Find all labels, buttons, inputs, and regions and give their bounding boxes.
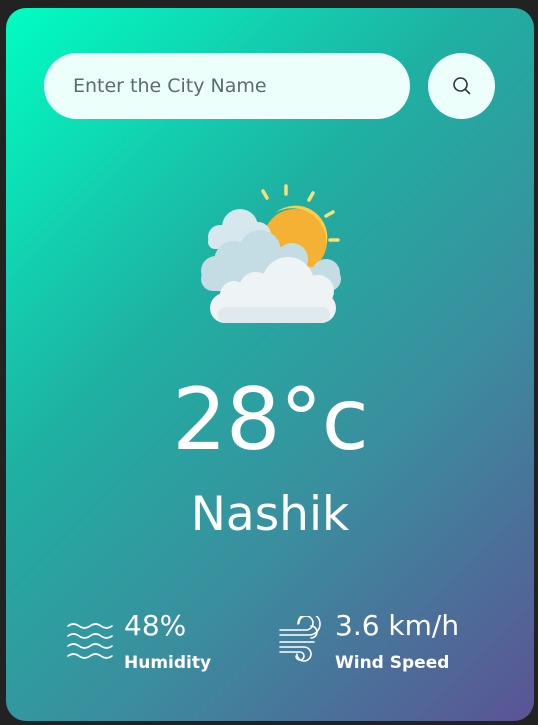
partly-cloudy-icon [201,184,341,323]
weather-card: 28°c Nashik 48% Humidity 3.6 km/h [6,8,534,721]
search-button[interactable] [428,53,495,119]
search-icon [452,77,470,95]
humidity-stat: 48% Humidity [66,608,256,678]
city-name: Nashik [190,487,350,542]
search-bar [44,53,496,119]
city-search-input[interactable] [44,53,410,119]
wind-speed-label: Wind Speed [335,653,450,673]
humidity-waves-icon [67,623,113,659]
temperature-value: 28°c [172,370,369,470]
humidity-value: 48% [124,609,187,642]
wind-speed-value: 3.6 km/h [335,609,460,642]
humidity-label: Humidity [124,653,212,673]
wind-stat: 3.6 km/h Wind Speed [276,608,516,678]
wind-icon [279,616,321,662]
